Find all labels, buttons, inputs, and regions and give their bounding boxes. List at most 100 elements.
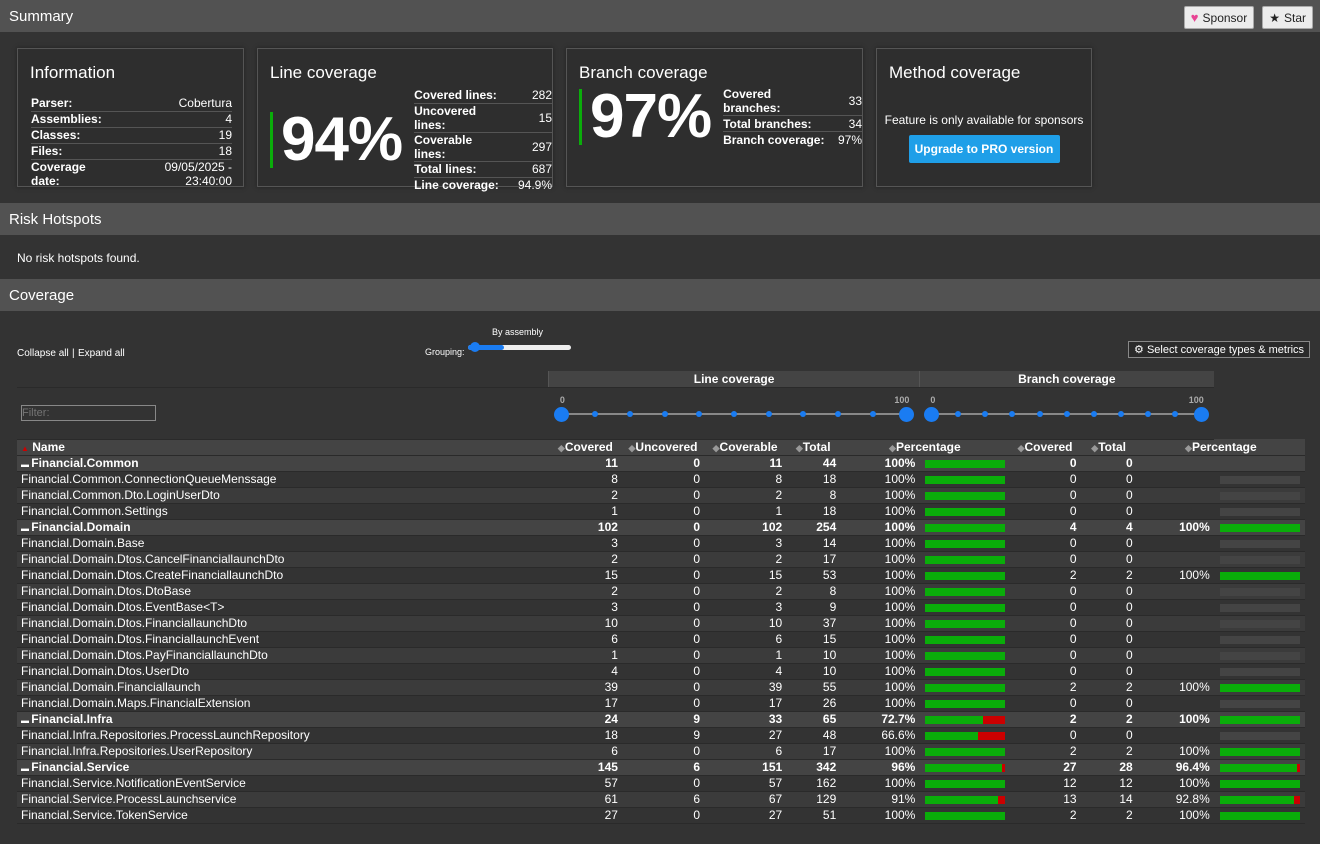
class-row[interactable]: Financial.Infra.Repositories.UserReposit…: [17, 743, 1305, 760]
slider-max-handle[interactable]: [1193, 407, 1209, 422]
row-name[interactable]: Financial.Domain.Financiallaunch: [21, 680, 200, 694]
class-row[interactable]: Financial.Service.TokenService 27 0 27 51 100…: [17, 807, 1305, 824]
line-coverage-bar: [919, 631, 1010, 648]
class-row[interactable]: Financial.Domain.Dtos.EventBase<T> 3 0 3 9 10…: [17, 599, 1305, 616]
row-name[interactable]: Financial.Domain.Base: [21, 536, 144, 550]
branch-total-cell: 0: [1080, 631, 1137, 648]
covered-column-header[interactable]: ◆Covered: [548, 439, 622, 456]
percentage-column-header[interactable]: ◆Percentage: [840, 439, 1010, 456]
row-name-cell: ▬ Financial.Common: [17, 455, 549, 472]
slider-min-handle[interactable]: [553, 407, 569, 422]
collapse-icon[interactable]: ▬: [21, 460, 31, 469]
row-name[interactable]: Financial.Common.ConnectionQueueMenssage: [21, 472, 276, 486]
class-row[interactable]: Financial.Domain.Base 3 0 3 14 100% 0 0: [17, 535, 1305, 552]
grouping-value: By assembly: [492, 327, 544, 337]
row-name[interactable]: Financial.Domain.Dtos.FinanciallaunchDto: [21, 616, 247, 630]
percentage-cell: 100%: [840, 599, 920, 616]
assembly-row[interactable]: ▬ Financial.Common 11 0 11 44 100% 0 0: [17, 455, 1305, 472]
row-name[interactable]: Financial.Domain.Dtos.EventBase<T>: [21, 600, 224, 614]
information-stat-row: Files: 18: [31, 143, 232, 160]
empty-bar: [1219, 475, 1300, 484]
class-row[interactable]: Financial.Common.Dto.LoginUserDto 2 0 2 8 100…: [17, 487, 1305, 504]
select-metrics-button[interactable]: ⚙ Select coverage types & metrics: [1128, 341, 1311, 358]
sponsor-label: Sponsor: [1202, 10, 1248, 25]
row-name[interactable]: Financial.Infra.Repositories.ProcessLaun…: [21, 728, 310, 742]
row-name[interactable]: Financial.Domain.Dtos.UserDto: [21, 664, 189, 678]
coverable-cell: 8: [704, 471, 787, 488]
line-coverage-bar: [919, 615, 1010, 632]
branch-percentage-column-header[interactable]: ◆Percentage: [1136, 439, 1305, 456]
branch-percentage-cell: 96.4%: [1136, 759, 1214, 776]
class-row[interactable]: Financial.Common.Settings 1 0 1 18 100% 0 0: [17, 503, 1305, 520]
class-row[interactable]: Financial.Domain.Dtos.DtoBase 2 0 2 8 100% 0 0: [17, 583, 1305, 600]
class-row[interactable]: Financial.Domain.Dtos.UserDto 4 0 4 10 100% 0 0: [17, 663, 1305, 680]
slider-tick: [661, 411, 668, 417]
assembly-row[interactable]: ▬ Financial.Domain 102 0 102 254 100% 4 4 100%: [17, 519, 1305, 536]
percentage-cell: 72.7%: [840, 711, 920, 728]
class-row[interactable]: Financial.Domain.Dtos.FinanciallaunchEve…: [17, 631, 1305, 648]
branch-total-column-header[interactable]: ◆Total: [1080, 439, 1137, 456]
row-name[interactable]: Financial.Domain.Dtos.PayFinanciallaunch…: [21, 648, 268, 662]
slider-tick: [1036, 411, 1043, 417]
slider-min-handle[interactable]: [924, 407, 940, 422]
class-row[interactable]: Financial.Domain.Dtos.CancelFinanciallau…: [17, 551, 1305, 568]
stat-value: 33: [837, 87, 862, 116]
total-column-header[interactable]: ◆Total: [786, 439, 841, 456]
sponsor-button[interactable]: ♥ Sponsor: [1183, 6, 1255, 29]
slider-tick: [835, 411, 842, 417]
coverable-cell: 27: [704, 807, 787, 824]
branch-coverage-filter-slider[interactable]: 0 100: [919, 387, 1214, 440]
row-name[interactable]: Financial.Domain.Dtos.CreateFinanciallau…: [21, 568, 283, 582]
class-row[interactable]: Financial.Domain.Dtos.CreateFinanciallau…: [17, 567, 1305, 584]
summary-title: Summary: [9, 7, 74, 25]
row-name[interactable]: Financial.Common.Settings: [21, 504, 168, 518]
star-label: Star: [1283, 10, 1306, 25]
row-name[interactable]: Financial.Domain.Dtos.DtoBase: [21, 584, 191, 598]
collapse-icon[interactable]: ▬: [21, 524, 31, 533]
slider-max-handle[interactable]: [899, 407, 915, 422]
percentage-cell: 100%: [840, 807, 920, 824]
class-row[interactable]: Financial.Domain.Maps.FinancialExtension…: [17, 695, 1305, 712]
row-name-cell: ▬ Financial.Infra: [17, 711, 549, 728]
upgrade-pro-button[interactable]: Upgrade to PRO version: [908, 135, 1060, 163]
branch-covered-cell: 0: [1009, 615, 1081, 632]
row-name[interactable]: Financial.Service.ProcessLaunchservice: [21, 792, 236, 806]
class-row[interactable]: Financial.Service.ProcessLaunchservice 61…: [17, 791, 1305, 808]
sort-icon: ◆: [712, 443, 720, 453]
branch-covered-column-header[interactable]: ◆Covered: [1009, 439, 1081, 456]
class-row[interactable]: Financial.Domain.Financiallaunch 39 0 39 55 1…: [17, 679, 1305, 696]
assembly-row[interactable]: ▬ Financial.Infra 24 9 33 65 72.7% 2 2 100%: [17, 711, 1305, 728]
uncovered-column-header[interactable]: ◆Uncovered: [621, 439, 705, 456]
line-coverage-filter-slider[interactable]: 0 100: [548, 387, 920, 440]
row-name[interactable]: Financial.Domain.Dtos.FinanciallaunchEve…: [21, 632, 259, 646]
branch-total-cell: 12: [1080, 775, 1137, 792]
class-row[interactable]: Financial.Domain.Dtos.PayFinanciallaunch…: [17, 647, 1305, 664]
name-column-header[interactable]: ▲ Name: [17, 439, 549, 456]
row-name[interactable]: Financial.Service.TokenService: [21, 808, 188, 822]
empty-bar: [1219, 603, 1300, 612]
coverable-column-header[interactable]: ◆Coverable: [704, 439, 787, 456]
collapse-all-link[interactable]: Collapse all: [17, 348, 69, 359]
row-name[interactable]: Financial.Common.Dto.LoginUserDto: [21, 488, 220, 502]
row-name[interactable]: Financial.Domain.Maps.FinancialExtension: [21, 696, 250, 710]
row-name[interactable]: Financial.Domain.Dtos.CancelFinanciallau…: [21, 552, 284, 566]
collapse-icon[interactable]: ▬: [21, 764, 31, 773]
class-row[interactable]: Financial.Infra.Repositories.ProcessLaun…: [17, 727, 1305, 744]
grouping-slider-handle[interactable]: [470, 342, 480, 352]
class-row[interactable]: Financial.Domain.Dtos.FinanciallaunchDto…: [17, 615, 1305, 632]
row-name[interactable]: Financial.Service.NotificationEventServi…: [21, 776, 246, 790]
uncovered-cell: 0: [621, 455, 705, 472]
row-name[interactable]: Financial.Infra.Repositories.UserReposit…: [21, 744, 252, 758]
assembly-row[interactable]: ▬ Financial.Service 145 6 151 342 96% 27 28 96.4…: [17, 759, 1305, 776]
percentage-cell: 100%: [840, 663, 920, 680]
uncovered-cell: 0: [621, 583, 705, 600]
expand-all-link[interactable]: Expand all: [78, 348, 125, 359]
star-button[interactable]: ★ Star: [1262, 6, 1313, 29]
grouping-slider[interactable]: [468, 342, 571, 352]
class-row[interactable]: Financial.Service.NotificationEventServi…: [17, 775, 1305, 792]
percentage-cell: 100%: [840, 503, 920, 520]
class-row[interactable]: Financial.Common.ConnectionQueueMenssage…: [17, 471, 1305, 488]
collapse-icon[interactable]: ▬: [21, 716, 31, 725]
coverable-cell: 67: [704, 791, 787, 808]
filter-input[interactable]: [21, 405, 156, 421]
